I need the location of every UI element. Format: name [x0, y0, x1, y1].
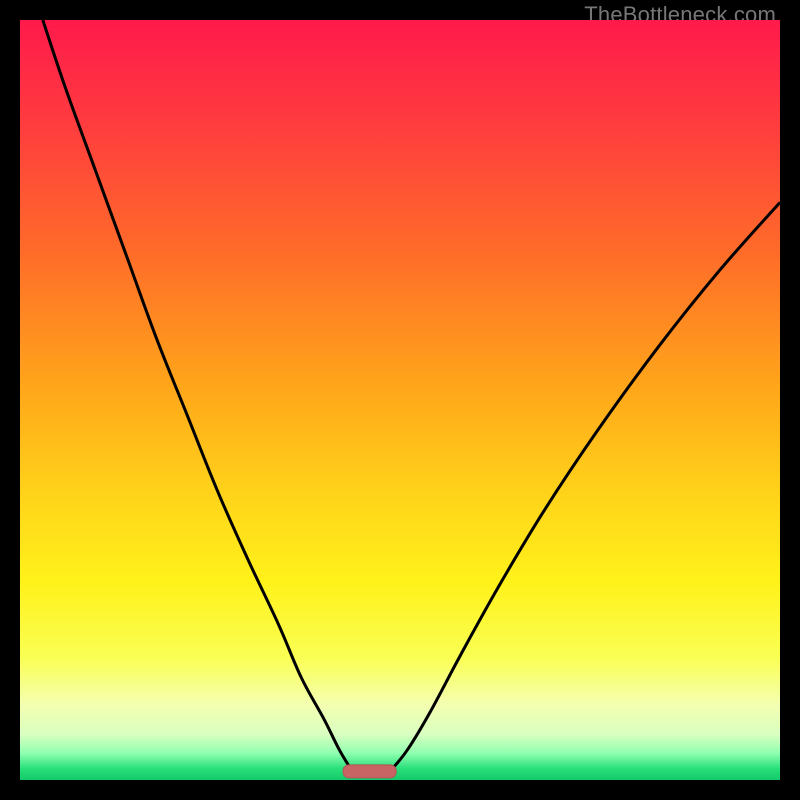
optimal-marker [343, 765, 396, 778]
bottleneck-chart [20, 20, 780, 780]
chart-frame [20, 20, 780, 780]
gradient-background [20, 20, 780, 780]
